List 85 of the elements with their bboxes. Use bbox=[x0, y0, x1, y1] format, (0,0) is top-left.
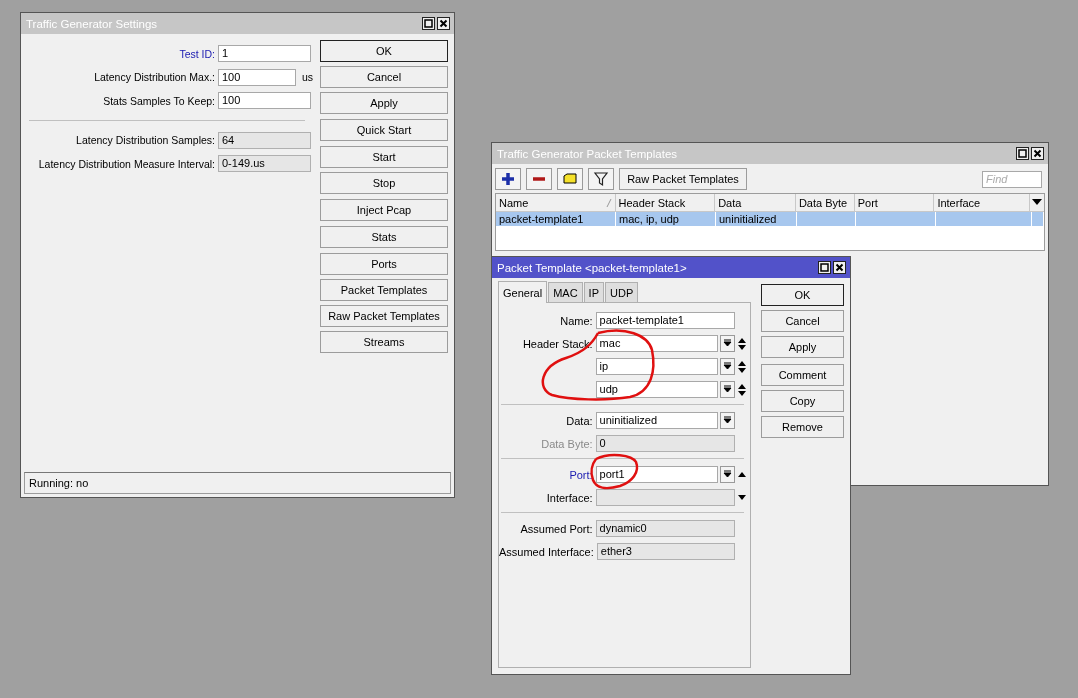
field-label: Test ID: bbox=[178, 47, 216, 60]
dialog-button[interactable]: Remove bbox=[761, 416, 844, 438]
maximize-button[interactable] bbox=[1016, 147, 1029, 160]
table-cell: mac, ip, udp bbox=[619, 213, 679, 225]
raw-packet-templates-button[interactable]: Raw Packet Templates bbox=[619, 168, 747, 190]
input-field[interactable]: port1 bbox=[595, 466, 718, 483]
up-down-arrows-icon[interactable] bbox=[737, 382, 748, 397]
field-label: Name: bbox=[560, 314, 593, 327]
field-label: Latency Distribution Measure Interval: bbox=[37, 157, 216, 170]
up-arrow-icon[interactable] bbox=[737, 471, 748, 478]
input-field[interactable]: 64 bbox=[218, 131, 311, 149]
dialog-button[interactable]: Stop bbox=[320, 172, 448, 194]
unit-label: us bbox=[302, 71, 311, 84]
sort-icon bbox=[605, 198, 612, 207]
input-field[interactable]: udp bbox=[595, 381, 718, 398]
dialog-button[interactable]: Quick Start bbox=[320, 119, 448, 141]
down-arrow-icon[interactable] bbox=[737, 494, 748, 501]
dialog-button[interactable]: Apply bbox=[761, 336, 844, 358]
field-label: Stats Samples To Keep: bbox=[102, 94, 216, 107]
table-cell: packet-template1 bbox=[499, 213, 584, 225]
up-down-arrows-icon[interactable] bbox=[737, 336, 748, 351]
field-label: Latency Distribution Samples: bbox=[75, 134, 216, 147]
column-header[interactable]: Header Stack bbox=[615, 194, 716, 211]
dialog-button[interactable]: Stats bbox=[320, 226, 448, 248]
input-field[interactable]: uninitialized bbox=[595, 412, 718, 429]
note-icon[interactable] bbox=[557, 168, 583, 190]
window-title: Traffic Generator Settings bbox=[26, 17, 158, 30]
input-field[interactable]: mac bbox=[595, 335, 718, 352]
find-field[interactable]: Find bbox=[982, 170, 1042, 188]
dialog-button[interactable]: Start bbox=[320, 146, 448, 168]
dialog-button[interactable]: Copy bbox=[761, 390, 844, 412]
field-label: Data: bbox=[566, 414, 593, 427]
field-label: Assumed Port: bbox=[520, 522, 593, 535]
input-field[interactable]: 100 bbox=[218, 92, 311, 110]
input-field[interactable]: 100 bbox=[218, 68, 296, 86]
column-header[interactable]: Interface bbox=[934, 194, 1030, 211]
window-title: Packet Template <packet-template1> bbox=[497, 261, 687, 274]
field-label: Latency Distribution Max.: bbox=[93, 71, 216, 84]
field-label: Interface: bbox=[546, 491, 593, 504]
filter-icon[interactable] bbox=[588, 168, 614, 190]
dialog-button[interactable]: OK bbox=[761, 284, 844, 306]
dropdown-button[interactable] bbox=[719, 412, 735, 429]
status-text: Running: no bbox=[29, 477, 89, 489]
dialog-button[interactable]: Apply bbox=[320, 92, 448, 114]
close-button[interactable] bbox=[437, 17, 450, 30]
tab[interactable]: UDP bbox=[605, 282, 639, 302]
up-down-arrows-icon[interactable] bbox=[737, 359, 748, 374]
dropdown-button[interactable] bbox=[719, 466, 735, 483]
dialog-button[interactable]: Raw Packet Templates bbox=[320, 305, 448, 327]
input-field[interactable]: ip bbox=[595, 358, 718, 375]
dropdown-button[interactable] bbox=[719, 381, 735, 398]
dialog-button[interactable]: OK bbox=[320, 40, 448, 62]
dropdown-button[interactable] bbox=[719, 358, 735, 375]
remove-icon[interactable] bbox=[526, 168, 552, 190]
input-field[interactable]: 1 bbox=[218, 45, 311, 63]
input-field[interactable]: packet-template1 bbox=[595, 312, 735, 329]
close-button[interactable] bbox=[1031, 147, 1044, 160]
dialog-button[interactable]: Streams bbox=[320, 331, 448, 353]
dropdown-button[interactable] bbox=[719, 335, 735, 352]
field-label: Data Byte: bbox=[541, 437, 593, 450]
tab[interactable]: MAC bbox=[548, 282, 583, 302]
column-header[interactable]: Data bbox=[715, 194, 796, 211]
dialog-button[interactable]: Inject Pcap bbox=[320, 199, 448, 221]
dialog-button[interactable]: Comment bbox=[761, 364, 844, 386]
input-field[interactable] bbox=[595, 489, 735, 506]
dialog-button[interactable]: Ports bbox=[320, 253, 448, 275]
close-button[interactable] bbox=[833, 261, 846, 274]
dialog-button[interactable]: Packet Templates bbox=[320, 279, 448, 301]
input-field[interactable]: ether3 bbox=[596, 543, 735, 560]
tab[interactable]: IP bbox=[583, 282, 604, 302]
field-label: Assumed Interface: bbox=[499, 545, 594, 558]
maximize-button[interactable] bbox=[818, 261, 831, 274]
column-header[interactable]: Data Byte bbox=[795, 194, 855, 211]
column-header[interactable]: Port bbox=[854, 194, 935, 211]
table-row[interactable]: packet-template1 mac, ip, udp uninitialized bbox=[496, 212, 1044, 226]
maximize-button[interactable] bbox=[422, 17, 435, 30]
dialog-button[interactable]: Cancel bbox=[320, 66, 448, 88]
input-field[interactable]: 0-149.us bbox=[218, 155, 311, 173]
add-icon[interactable] bbox=[495, 168, 521, 190]
table-cell: uninitialized bbox=[719, 213, 777, 225]
dialog-button[interactable]: Cancel bbox=[761, 310, 844, 332]
column-header[interactable]: Name bbox=[496, 194, 616, 211]
tab[interactable]: General bbox=[498, 281, 548, 303]
window-title: Traffic Generator Packet Templates bbox=[497, 147, 678, 160]
input-field[interactable]: dynamic0 bbox=[595, 520, 735, 537]
